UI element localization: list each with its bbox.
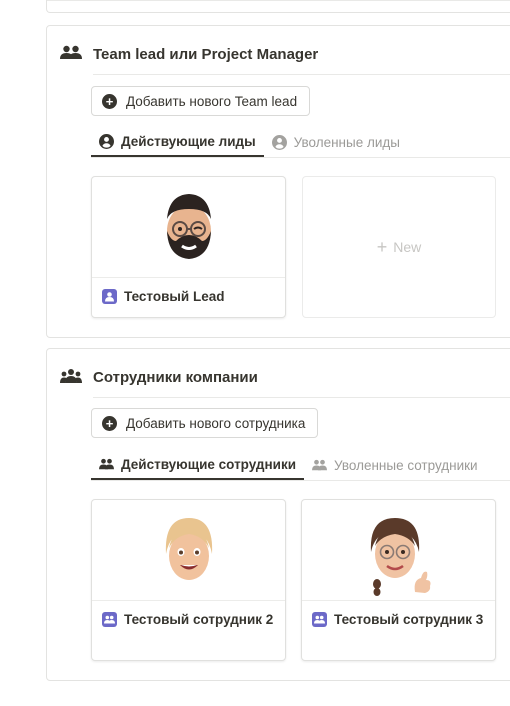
plus-icon: + bbox=[376, 236, 388, 257]
people-icon bbox=[99, 457, 114, 472]
section-divider bbox=[93, 74, 510, 75]
previous-section-panel bbox=[46, 0, 510, 13]
employee-name: Тестовый сотрудник 2 bbox=[124, 612, 274, 627]
card-cover bbox=[92, 177, 285, 278]
lead-name: Тестовый Lead bbox=[124, 289, 225, 304]
employee-name: Тестовый сотрудник 3 bbox=[334, 612, 484, 627]
plus-circle-icon: + bbox=[102, 415, 117, 431]
add-employee-label: Добавить нового сотрудника bbox=[126, 415, 306, 431]
people-icon bbox=[60, 44, 82, 62]
group-badge-icon bbox=[102, 612, 117, 627]
avatar bbox=[160, 514, 218, 589]
card-cover bbox=[92, 500, 285, 601]
card-cover bbox=[302, 500, 495, 601]
memoji-braided-woman-icon bbox=[370, 518, 430, 596]
lead-card[interactable]: Тестовый Lead bbox=[91, 176, 286, 318]
memoji-blonde-woman-icon bbox=[165, 518, 212, 580]
divider bbox=[47, 0, 510, 1]
new-lead-card[interactable]: + New bbox=[302, 176, 496, 318]
card-name: Тестовый сотрудник 3 bbox=[312, 610, 487, 630]
card-name: Тестовый сотрудник 2 bbox=[102, 610, 277, 630]
person-badge-icon bbox=[102, 289, 117, 304]
tab-fired-leads[interactable]: Уволенные лиды bbox=[264, 127, 408, 157]
group-icon bbox=[60, 368, 82, 386]
add-team-lead-label: Добавить нового Team lead bbox=[126, 93, 298, 109]
memoji-bearded-man-icon bbox=[166, 194, 211, 259]
employees-section: Сотрудники компании + Добавить нового со… bbox=[46, 348, 510, 681]
people-icon bbox=[312, 458, 328, 473]
card-name: Тестовый Lead bbox=[102, 287, 277, 307]
avatar bbox=[363, 512, 435, 601]
person-circle-icon bbox=[99, 133, 114, 149]
tab-active-employees[interactable]: Действующие сотрудники bbox=[91, 450, 305, 480]
tab-active-leads[interactable]: Действующие лиды bbox=[91, 127, 264, 157]
tab-label: Уволенные сотрудники bbox=[334, 457, 478, 473]
tab-label: Действующие лиды bbox=[121, 133, 256, 149]
section-divider bbox=[93, 397, 510, 398]
tab-label: Действующие сотрудники bbox=[121, 456, 297, 472]
plus-circle-icon: + bbox=[102, 93, 117, 109]
group-badge-icon bbox=[312, 612, 327, 627]
tab-fired-employees[interactable]: Уволенные сотрудники bbox=[304, 450, 486, 480]
employee-card[interactable]: Тестовый сотрудник 3 bbox=[301, 499, 496, 661]
employees-tabs: Действующие сотрудники Уволенные сотрудн… bbox=[91, 450, 510, 481]
new-label: New bbox=[393, 239, 422, 255]
add-employee-button[interactable]: + Добавить нового сотрудника bbox=[91, 408, 319, 438]
employee-card[interactable]: Тестовый сотрудник 2 bbox=[91, 499, 286, 661]
person-circle-icon bbox=[271, 134, 287, 150]
add-team-lead-button[interactable]: + Добавить нового Team lead bbox=[91, 86, 311, 116]
avatar bbox=[160, 191, 218, 266]
team-lead-tabs: Действующие лиды Уволенные лиды bbox=[91, 127, 510, 158]
tab-label: Уволенные лиды bbox=[293, 134, 400, 150]
team-lead-section: Team lead или Project Manager + Добавить… bbox=[46, 25, 510, 338]
section-title: Сотрудники компании bbox=[93, 369, 258, 386]
section-title: Team lead или Project Manager bbox=[93, 46, 319, 63]
